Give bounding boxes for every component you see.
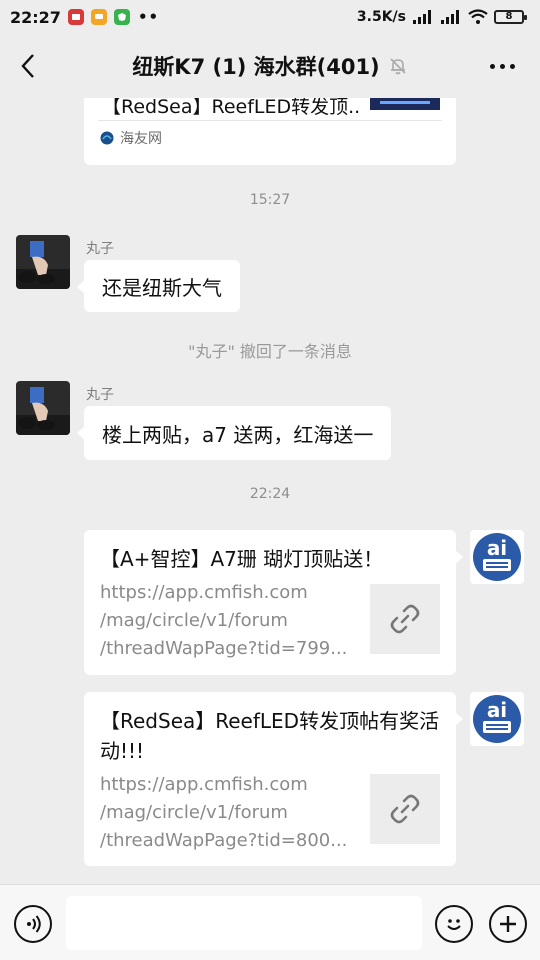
message-bubble[interactable]: 还是纽斯大气 <box>77 260 240 312</box>
net-speed: 3.5K/s <box>356 9 406 25</box>
time-separator: 22:24 <box>249 486 291 502</box>
signal-icon-2 <box>441 10 459 24</box>
avatar-image <box>16 381 70 435</box>
dot <box>509 63 515 69</box>
chat-messages[interactable]: 【RedSea】ReefLED转发顶... 海友网 15:27 丸子 还是纽斯大… <box>0 98 540 884</box>
svg-text:ai: ai <box>487 536 507 560</box>
avatar[interactable]: ai <box>470 692 524 746</box>
chat-title: 纽斯K7 (1) 海水群(401) <box>132 51 407 81</box>
ai-logo-icon: ai <box>473 533 521 581</box>
link-card[interactable]: 【RedSea】ReefLED转发顶帖有奖活动!!! https://app.c… <box>84 692 463 866</box>
card-title: 【RedSea】ReefLED转发顶... <box>102 98 362 118</box>
more-options-button[interactable] <box>486 54 518 78</box>
card-thumbnail <box>370 98 440 110</box>
signal-icon <box>413 10 431 24</box>
time-separator: 15:27 <box>249 192 291 208</box>
link-icon <box>390 794 420 824</box>
message-text: 楼上两贴，a7 送两，红海送一 <box>102 422 374 447</box>
emoji-icon <box>447 919 461 930</box>
add-button[interactable] <box>489 905 527 943</box>
notification-app-icon <box>67 9 84 25</box>
card-source: 海友网 <box>100 128 162 148</box>
input-bar <box>0 884 540 960</box>
avatar[interactable]: ai <box>470 530 524 584</box>
link-thumbnail <box>370 584 440 654</box>
link-thumbnail <box>370 774 440 844</box>
notification-shield-icon <box>113 9 130 25</box>
card-source-text: 海友网 <box>120 131 162 147</box>
voice-icon <box>27 915 41 933</box>
message-bubble[interactable]: 楼上两贴，a7 送两，红海送一 <box>76 406 392 460</box>
voice-button[interactable] <box>14 905 52 943</box>
link-url-line: https://app.cmfish.com <box>100 774 308 795</box>
link-url-line: /threadWapPage?tid=799... <box>100 638 348 659</box>
battery-icon: 8 <box>494 10 527 24</box>
source-logo-icon <box>100 131 114 145</box>
link-url-line: /mag/circle/v1/forum <box>100 802 288 823</box>
chat-title-text: 纽斯K7 (1) 海水群(401) <box>132 55 380 79</box>
notification-message-icon <box>90 9 107 25</box>
avatar-image <box>16 235 70 289</box>
link-url-line: https://app.cmfish.com <box>100 582 308 603</box>
link-icon <box>390 604 420 634</box>
shared-link-card[interactable]: 【RedSea】ReefLED转发顶... 海友网 <box>84 98 456 165</box>
link-title: 【A+智控】A7珊 瑚灯顶贴送！ <box>100 547 384 571</box>
link-card[interactable]: 【A+智控】A7珊 瑚灯顶贴送！ https://app.cmfish.com … <box>84 530 463 675</box>
dot <box>489 63 495 69</box>
wifi-icon <box>468 9 488 24</box>
recall-notice: "丸子" 撤回了一条消息 <box>188 342 352 361</box>
message-input[interactable] <box>66 896 422 950</box>
back-button[interactable] <box>14 50 42 82</box>
thumbnail-glow <box>380 101 430 104</box>
chevron-left-icon <box>21 54 34 78</box>
status-time: 22:27 <box>10 7 61 27</box>
sender-name: 丸子 <box>86 387 114 403</box>
dot <box>499 63 505 69</box>
link-url: https://app.cmfish.com /mag/circle/v1/fo… <box>100 771 356 855</box>
link-url-line: /threadWapPage?tid=800... <box>100 830 348 851</box>
svg-text:ai: ai <box>487 698 507 722</box>
avatar[interactable] <box>16 381 70 435</box>
card-divider <box>98 120 442 121</box>
mute-bell-icon <box>390 58 406 75</box>
status-more-dots: •• <box>137 8 160 26</box>
avatar[interactable] <box>16 235 70 289</box>
message-text: 还是纽斯大气 <box>102 275 222 300</box>
link-url-line: /mag/circle/v1/forum <box>100 610 288 631</box>
ai-logo-icon: ai <box>473 695 521 743</box>
status-bar: 22:27 •• 3.5K/s 8 <box>0 0 540 34</box>
chat-header: 纽斯K7 (1) 海水群(401) <box>0 34 540 98</box>
link-url: https://app.cmfish.com /mag/circle/v1/fo… <box>100 579 356 663</box>
sender-name: 丸子 <box>86 241 114 257</box>
plus-icon <box>500 916 516 932</box>
emoji-button[interactable] <box>435 905 473 943</box>
link-title: 【RedSea】ReefLED转发顶帖有奖活动!!! <box>100 709 440 763</box>
